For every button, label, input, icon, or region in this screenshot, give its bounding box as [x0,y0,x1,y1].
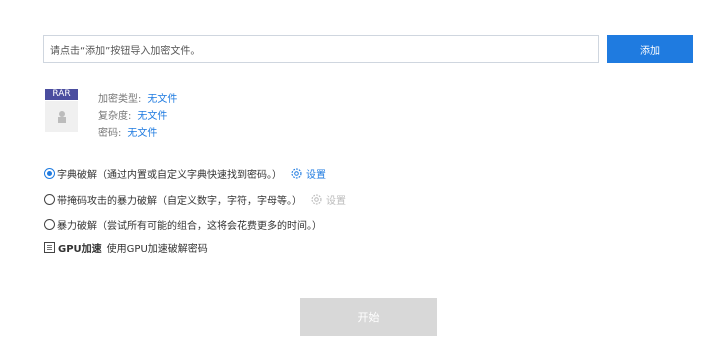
meta-password: 密码: 无文件 [98,124,157,139]
option-label: 带掩码攻击的暴力破解（自定义数字，字符，字母等。） [57,196,302,207]
radio-selected[interactable] [44,168,55,179]
meta-encryption-type: 加密类型: 无文件 [98,90,177,105]
meta-complexity: 复杂度: 无文件 [98,107,167,122]
meta-value: 无文件 [147,94,178,105]
start-button[interactable]: 开始 [300,298,437,336]
meta-label: 复杂度: [98,111,132,122]
meta-label: 密码: [98,128,122,139]
rar-file-icon [45,101,78,132]
meta-value: 无文件 [127,128,158,139]
file-path-input[interactable]: 请点击“添加”按钮导入加密文件。 [43,35,599,63]
meta-value: 无文件 [137,111,168,122]
gpu-description: 使用GPU加速破解密码 [106,244,208,255]
settings-link[interactable]: 设置 [306,166,326,181]
file-path-placeholder: 请点击“添加”按钮导入加密文件。 [50,45,201,57]
meta-label: 加密类型: [98,94,142,105]
gpu-acceleration-row[interactable]: GPU加速 使用GPU加速破解密码 [44,240,208,255]
gear-icon [310,193,323,206]
radio-unselected[interactable] [44,219,55,230]
gear-icon[interactable] [290,167,303,180]
radio-unselected[interactable] [44,194,55,205]
option-label: 字典破解（通过内置或自定义字典快速找到密码。） [57,170,282,181]
add-button[interactable]: 添加 [607,35,693,63]
rar-badge: RAR [45,89,78,100]
settings-link-disabled: 设置 [326,196,346,207]
option-brute-force[interactable]: 暴力破解（尝试所有可能的组合，这将会花费更多的时间。） [44,217,322,232]
option-label: 暴力破解（尝试所有可能的组合，这将会花费更多的时间。） [57,221,322,232]
option-dictionary-attack[interactable]: 字典破解（通过内置或自定义字典快速找到密码。） 设置 [44,166,326,181]
gpu-title: GPU加速 [58,244,102,255]
option-mask-attack[interactable]: 带掩码攻击的暴力破解（自定义数字，字符，字母等。） 设置 [44,192,346,207]
gpu-checkbox[interactable] [44,242,55,253]
